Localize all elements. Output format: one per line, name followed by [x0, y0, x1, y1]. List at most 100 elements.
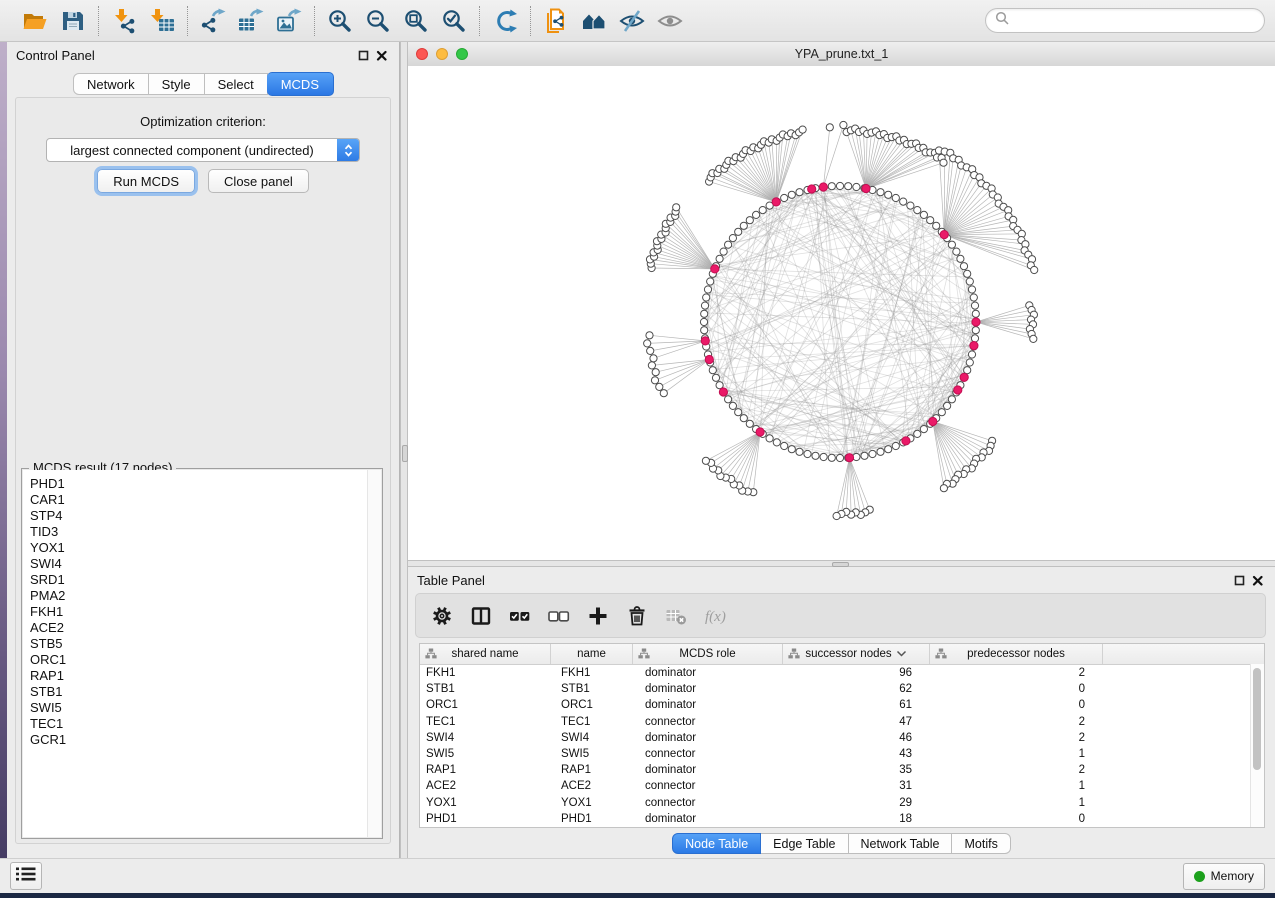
run-mcds-button[interactable]: Run MCDS [97, 169, 195, 193]
vertical-splitter[interactable] [400, 42, 408, 858]
table-row[interactable]: SWI4SWI4dominator462 [420, 730, 1264, 746]
zoom-out-icon[interactable] [363, 6, 393, 36]
window-zoom-button[interactable] [456, 48, 468, 60]
result-list-item[interactable]: TID3 [30, 524, 368, 540]
network-view-titlebar[interactable]: YPA_prune.txt_1 [408, 42, 1275, 67]
result-list-item[interactable]: PMA2 [30, 588, 368, 604]
show-panels-button[interactable] [10, 862, 42, 890]
window-close-button[interactable] [416, 48, 428, 60]
tab-node-table[interactable]: Node Table [672, 833, 761, 854]
result-list-item[interactable]: SWI4 [30, 556, 368, 572]
close-panel-icon[interactable] [372, 46, 390, 64]
table-panel: Table Panel f(x) shared namenameMCDS rol… [408, 567, 1275, 858]
export-table-icon[interactable] [236, 6, 266, 36]
table-settings-icon[interactable] [431, 604, 453, 628]
import-network-icon[interactable] [109, 6, 139, 36]
table-row[interactable]: ORC1ORC1dominator610 [420, 697, 1264, 713]
delete-entry-icon[interactable] [626, 604, 648, 628]
show-all-icon[interactable] [655, 6, 685, 36]
zoom-in-icon[interactable] [325, 6, 355, 36]
result-list-item[interactable]: PHD1 [30, 476, 368, 492]
table-cell: ACE2 [420, 780, 551, 792]
memory-button[interactable]: Memory [1183, 863, 1265, 890]
result-list-item[interactable]: GCR1 [30, 732, 368, 748]
optimization-criterion-label: Optimization criterion: [16, 114, 390, 129]
result-list-item[interactable]: CAR1 [30, 492, 368, 508]
refresh-view-icon[interactable] [490, 6, 520, 36]
table-header-row: shared namenameMCDS rolesuccessor nodesp… [420, 644, 1264, 665]
column-header-predecessor-nodes[interactable]: predecessor nodes [930, 644, 1103, 664]
result-list-item[interactable]: RAP1 [30, 668, 368, 684]
zoom-fit-icon[interactable] [401, 6, 431, 36]
deselect-all-icon[interactable] [548, 604, 570, 628]
tab-style[interactable]: Style [149, 73, 205, 95]
network-canvas[interactable] [408, 66, 1275, 560]
hide-selected-icon[interactable] [617, 6, 647, 36]
column-header-successor-nodes[interactable]: successor nodes [783, 644, 930, 664]
control-panel-tabs: NetworkStyleSelectMCDS [7, 73, 399, 95]
table-cell: FKH1 [420, 667, 551, 679]
result-list-item[interactable]: SWI5 [30, 700, 368, 716]
new-network-from-selection-icon[interactable] [541, 6, 571, 36]
open-session-icon[interactable] [20, 6, 50, 36]
result-list-item[interactable]: STP4 [30, 508, 368, 524]
table-cell: 31 [783, 780, 930, 792]
table-row[interactable]: FKH1FKH1dominator962 [420, 665, 1264, 681]
table-row[interactable]: RAP1RAP1dominator352 [420, 762, 1264, 778]
add-entry-icon[interactable] [587, 604, 609, 628]
export-image-icon[interactable] [274, 6, 304, 36]
result-list-item[interactable]: SRD1 [30, 572, 368, 588]
tab-select[interactable]: Select [205, 73, 268, 95]
result-list-item[interactable]: STB5 [30, 636, 368, 652]
table-row[interactable]: SWI5SWI5connector431 [420, 746, 1264, 762]
result-list-item[interactable]: YOX1 [30, 540, 368, 556]
table-cell: FKH1 [551, 667, 633, 679]
table-row[interactable]: YOX1YOX1connector291 [420, 795, 1264, 811]
float-panel-icon[interactable] [354, 46, 372, 64]
save-session-icon[interactable] [58, 6, 88, 36]
column-header-name[interactable]: name [551, 644, 633, 664]
table-row[interactable]: PHD1PHD1dominator180 [420, 811, 1264, 827]
result-list-item[interactable]: FKH1 [30, 604, 368, 620]
window-minimize-button[interactable] [436, 48, 448, 60]
column-header-MCDS-role[interactable]: MCDS role [633, 644, 783, 664]
criterion-dropdown[interactable]: largest connected component (undirected) [46, 138, 360, 162]
search-box[interactable] [985, 8, 1265, 33]
zoom-selected-icon[interactable] [439, 6, 469, 36]
table-row[interactable]: ACE2ACE2connector311 [420, 778, 1264, 794]
column-header-shared-name[interactable]: shared name [420, 644, 551, 664]
export-network-icon[interactable] [198, 6, 228, 36]
table-cell: STB1 [420, 683, 551, 695]
main-area: Control Panel NetworkStyleSelectMCDS Opt… [0, 42, 1275, 858]
mcds-result-list[interactable]: PHD1CAR1STP4TID3YOX1SWI4SRD1PMA2FKH1ACE2… [23, 470, 368, 837]
result-list-item[interactable]: STB1 [30, 684, 368, 700]
table-cell: connector [633, 716, 783, 728]
table-scrollbar[interactable] [1250, 664, 1264, 827]
tab-mcds[interactable]: MCDS [267, 72, 334, 96]
close-panel-button[interactable]: Close panel [208, 169, 309, 193]
search-input[interactable] [1015, 13, 1255, 29]
memory-status-dot [1194, 871, 1205, 882]
network-graph[interactable] [408, 66, 1275, 560]
result-list-item[interactable]: TEC1 [30, 716, 368, 732]
select-all-icon[interactable] [509, 604, 531, 628]
desktop-wallpaper-strip [0, 42, 7, 858]
close-panel-icon[interactable] [1248, 571, 1266, 589]
result-list-item[interactable]: ORC1 [30, 652, 368, 668]
table-toolbar: f(x) [415, 593, 1266, 638]
tab-motifs[interactable]: Motifs [952, 833, 1010, 854]
tab-network[interactable]: Network [73, 73, 149, 95]
horizontal-splitter[interactable] [408, 560, 1275, 567]
table-row[interactable]: TEC1TEC1connector472 [420, 714, 1264, 730]
float-panel-icon[interactable] [1230, 571, 1248, 589]
table-cell: 62 [783, 683, 930, 695]
first-neighbors-icon[interactable] [579, 6, 609, 36]
tab-network-table[interactable]: Network Table [849, 833, 953, 854]
show-columns-icon[interactable] [470, 604, 492, 628]
result-list-scrollbar[interactable] [367, 470, 381, 837]
result-list-item[interactable]: ACE2 [30, 620, 368, 636]
tab-edge-table[interactable]: Edge Table [761, 833, 848, 854]
import-table-icon[interactable] [147, 6, 177, 36]
table-row[interactable]: STB1STB1dominator620 [420, 681, 1264, 697]
scrollbar-thumb[interactable] [1253, 668, 1261, 770]
